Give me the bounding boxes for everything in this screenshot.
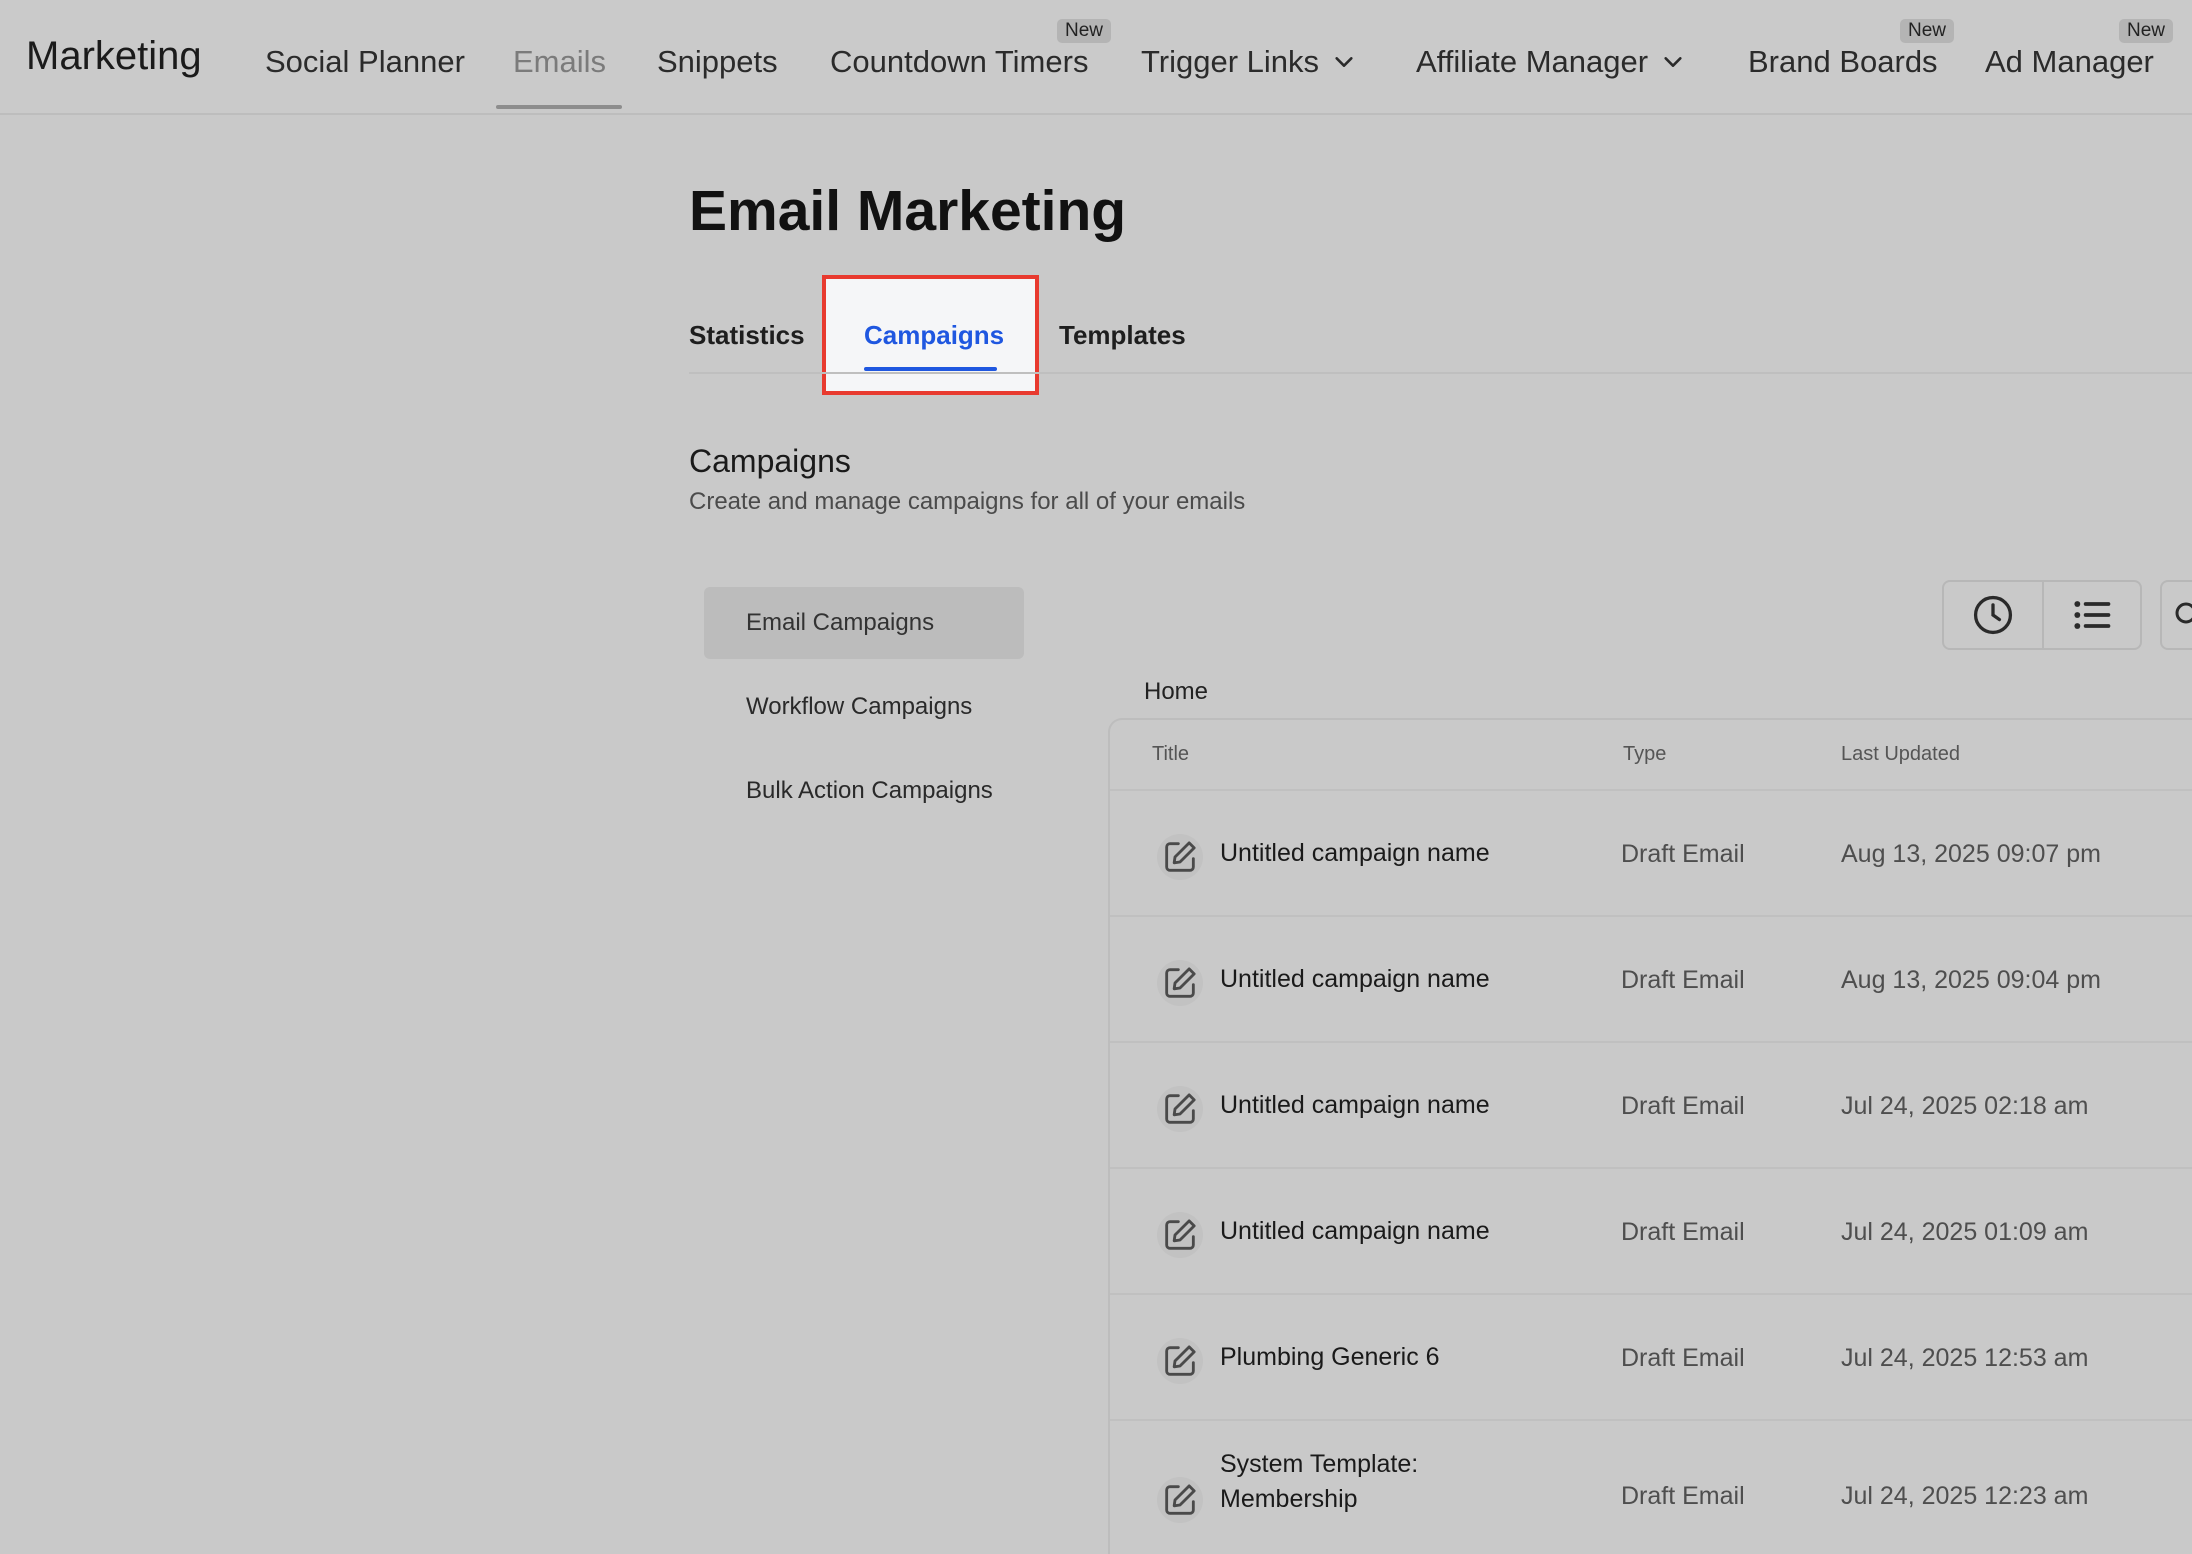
tabs-divider <box>689 372 2192 374</box>
row-title[interactable]: Untitled campaign name <box>1220 1214 1520 1249</box>
row-type: Draft Email <box>1621 1218 1745 1246</box>
nav-label: Affiliate Manager <box>1416 44 1649 79</box>
edit-icon[interactable] <box>1157 1338 1203 1384</box>
nav-label: Emails <box>513 44 607 79</box>
row-last-updated: Jul 24, 2025 12:23 am <box>1841 1482 2089 1510</box>
search-icon <box>2175 602 2192 624</box>
row-type: Draft Email <box>1621 966 1745 994</box>
tab-templates[interactable]: Templates <box>1059 320 1186 351</box>
new-badge: New <box>1900 19 1955 43</box>
edit-icon[interactable] <box>1157 960 1203 1006</box>
row-type: Draft Email <box>1621 1092 1745 1120</box>
row-title[interactable]: Untitled campaign name <box>1220 962 1520 997</box>
page-title: Email Marketing <box>689 179 1127 243</box>
nav-label: Countdown Timers <box>830 44 1089 79</box>
search-button[interactable] <box>2160 580 2192 650</box>
sidemenu-label: Bulk Action Campaigns <box>746 777 993 804</box>
nav-brand-boards[interactable]: Brand Boards <box>1748 44 1938 80</box>
tab-statistics[interactable]: Statistics <box>689 320 805 351</box>
nav-label: Social Planner <box>265 44 465 79</box>
row-title[interactable]: Plumbing Generic 6 <box>1220 1340 1520 1375</box>
clock-icon <box>1973 595 2013 635</box>
nav-countdown-timers[interactable]: Countdown Timers <box>830 44 1088 80</box>
edit-icon[interactable] <box>1157 834 1203 880</box>
new-badge: New <box>1057 19 1112 43</box>
row-type: Draft Email <box>1621 840 1745 868</box>
table-header-row <box>1110 727 2192 791</box>
table-row[interactable]: System Template: Membership Draft Email … <box>1110 1421 2192 1554</box>
row-title[interactable]: Untitled campaign name <box>1220 1088 1520 1123</box>
table-row[interactable]: Untitled campaign name Draft Email Jul 2… <box>1110 1043 2192 1169</box>
sidemenu-label: Workflow Campaigns <box>746 693 973 720</box>
nav-label: Ad Manager <box>1985 44 2154 79</box>
top-nav: Marketing Social Planner Emails Snippets… <box>0 0 2192 115</box>
edit-icon[interactable] <box>1157 1212 1203 1258</box>
nav-affiliate-manager[interactable]: Affiliate Manager <box>1416 44 1684 80</box>
row-title[interactable]: Untitled campaign name <box>1220 836 1520 871</box>
row-last-updated: Aug 13, 2025 09:04 pm <box>1841 966 2101 994</box>
breadcrumb-home[interactable]: Home <box>1144 678 1208 706</box>
list-icon <box>2074 601 2111 629</box>
sidemenu-bulk-action-campaigns[interactable]: Bulk Action Campaigns <box>704 755 1024 827</box>
nav-label: Trigger Links <box>1141 44 1320 79</box>
nav-emails[interactable]: Emails <box>513 44 606 80</box>
sidemenu-email-campaigns[interactable]: Email Campaigns <box>704 587 1024 659</box>
table-row[interactable]: Untitled campaign name Draft Email Jul 2… <box>1110 1169 2192 1295</box>
row-last-updated: Jul 24, 2025 01:09 am <box>1841 1218 2089 1246</box>
view-toolbar <box>1942 580 2142 650</box>
nav-label: Brand Boards <box>1748 44 1938 79</box>
tab-active-underline <box>864 367 997 371</box>
chevron-down-icon <box>1664 57 1682 67</box>
nav-ad-manager[interactable]: Ad Manager <box>1985 44 2154 80</box>
chevron-down-icon <box>1335 57 1353 67</box>
history-button[interactable] <box>1944 582 2042 648</box>
brand-title: Marketing <box>26 34 202 78</box>
section-title: Campaigns <box>689 443 851 479</box>
row-last-updated: Jul 24, 2025 12:53 am <box>1841 1344 2089 1372</box>
row-type: Draft Email <box>1621 1344 1745 1372</box>
nav-label: Snippets <box>657 44 778 79</box>
table-row[interactable]: Untitled campaign name Draft Email Aug 1… <box>1110 791 2192 917</box>
nav-snippets[interactable]: Snippets <box>657 44 778 80</box>
nav-trigger-links[interactable]: Trigger Links <box>1141 44 1355 80</box>
edit-icon[interactable] <box>1157 1086 1203 1132</box>
table-row[interactable]: Untitled campaign name Draft Email Aug 1… <box>1110 917 2192 1043</box>
section-subtitle: Create and manage campaigns for all of y… <box>689 488 1246 515</box>
list-view-button[interactable] <box>2041 582 2140 648</box>
row-title[interactable]: System Template: Membership <box>1220 1447 1450 1517</box>
edit-icon[interactable] <box>1157 1477 1203 1523</box>
sidemenu-label: Email Campaigns <box>746 609 935 636</box>
row-type: Draft Email <box>1621 1482 1745 1510</box>
nav-active-underline <box>496 105 622 109</box>
row-last-updated: Aug 13, 2025 09:07 pm <box>1841 840 2101 868</box>
table-row[interactable]: Plumbing Generic 6 Draft Email Jul 24, 2… <box>1110 1295 2192 1421</box>
sidemenu-workflow-campaigns[interactable]: Workflow Campaigns <box>704 671 1024 743</box>
tab-campaigns[interactable]: Campaigns <box>864 320 1004 351</box>
row-last-updated: Jul 24, 2025 02:18 am <box>1841 1092 2089 1120</box>
nav-social-planner[interactable]: Social Planner <box>265 44 465 80</box>
new-badge: New <box>2119 19 2174 43</box>
